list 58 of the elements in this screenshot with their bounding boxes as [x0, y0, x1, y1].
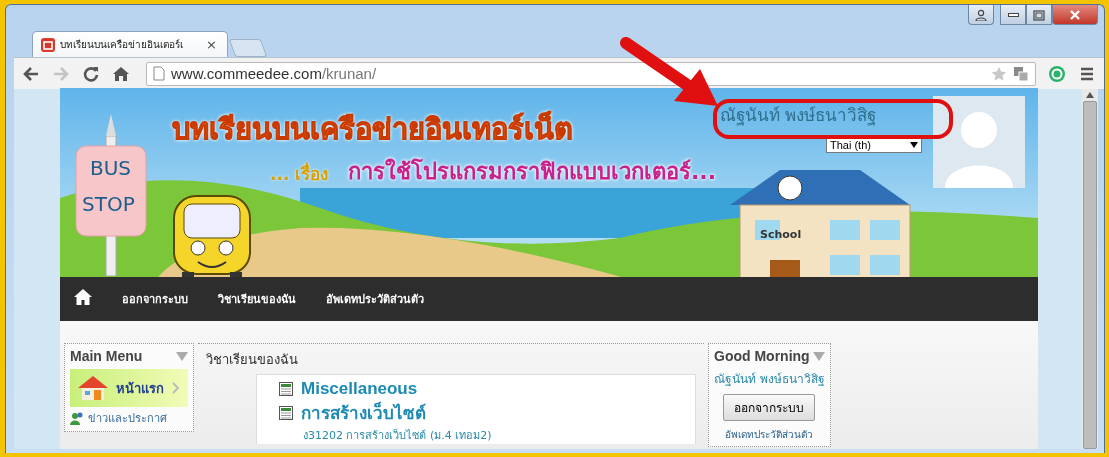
chevron-right-icon — [172, 382, 180, 394]
course-summary: ง31202 การสร้างเว็บไซต์ (ม.4 เทอม2) — [303, 427, 493, 444]
logout-button[interactable]: ออกจากระบบ — [723, 394, 816, 421]
user-name: ณัฐนันท์ พงษ์ธนาวิสิฐ — [714, 371, 825, 388]
tab-close-button[interactable]: × — [204, 37, 219, 52]
menu-item[interactable]: ข่าวและประกาศ — [70, 409, 188, 427]
address-bar[interactable]: www.commeedee.com/krunan/ — [146, 61, 1036, 86]
person-icon — [975, 8, 987, 21]
profile-button[interactable] — [968, 5, 994, 25]
people-icon — [70, 411, 84, 425]
tab-title: บทเรียนบนเครือข่ายอินเตอร์เ — [60, 38, 183, 52]
page-icon — [153, 66, 165, 81]
section-title: วิชาเรียนของฉัน — [206, 351, 299, 369]
banner-subtitle-prefix: ... เรื่อง — [270, 161, 329, 186]
close-window-button[interactable] — [1052, 5, 1098, 25]
block-title: Good Morning — [714, 348, 810, 364]
course-icon — [279, 405, 293, 420]
course-link[interactable]: การสร้างเว็บไซต์ — [301, 399, 426, 426]
home-icon — [74, 288, 92, 307]
url-text: www.commeedee.com/krunan/ — [171, 65, 377, 82]
user-name: ณัฐนันท์ พงษ์ธนาวิสิฐ — [720, 104, 877, 128]
site-favicon — [41, 37, 55, 52]
nav-link[interactable]: วิชาเรียนของฉัน — [218, 289, 296, 308]
school-sign-text: School — [760, 228, 802, 241]
ring-icon — [1048, 64, 1066, 83]
extension-button[interactable] — [1048, 64, 1066, 83]
home-button[interactable] — [112, 64, 130, 83]
bus-stop-text: BUS — [90, 156, 132, 180]
house-icon — [78, 375, 108, 401]
bus-stop-text: STOP — [82, 192, 135, 216]
nav-link[interactable]: ออกจากระบบ — [122, 289, 188, 308]
star-icon — [991, 65, 1007, 82]
course-icon — [279, 382, 293, 396]
minimize-button[interactable] — [1000, 5, 1026, 25]
minimize-icon — [1007, 12, 1019, 17]
back-button[interactable] — [22, 64, 40, 83]
scrollbar[interactable] — [1082, 88, 1098, 449]
block-title: Main Menu — [70, 348, 143, 364]
scroll-up-icon — [1086, 92, 1094, 98]
browser-tab[interactable]: บทเรียนบนเครือข่ายอินเตอร์เ × — [32, 31, 228, 57]
profile-link[interactable]: อัพเดทประวัติส่วนตัว — [725, 427, 814, 442]
banner-title: บทเรียนบนเครือข่ายอินเทอร์เน็ต — [172, 110, 573, 148]
collapse-icon — [812, 351, 825, 361]
back-icon — [22, 64, 40, 83]
dropdown-arrow-icon — [910, 141, 918, 148]
scrollbar-thumb[interactable] — [1083, 101, 1097, 449]
collapse-icon — [176, 351, 188, 361]
reload-icon — [82, 64, 100, 83]
close-icon — [1068, 8, 1082, 21]
translate-icon — [1013, 65, 1029, 82]
reload-button[interactable] — [82, 64, 100, 83]
menu-item[interactable]: หน้าแรก — [70, 369, 188, 407]
course-link[interactable]: Miscellaneous — [301, 379, 418, 399]
forward-icon — [52, 64, 70, 83]
home-icon — [112, 64, 130, 83]
banner-subtitle: การใช้โปรแกรมกราฟิกแบบเวกเตอร์... — [348, 157, 717, 186]
maximize-icon — [1032, 8, 1046, 21]
nav-link[interactable]: อัพเดทประวัติส่วนตัว — [326, 289, 424, 308]
